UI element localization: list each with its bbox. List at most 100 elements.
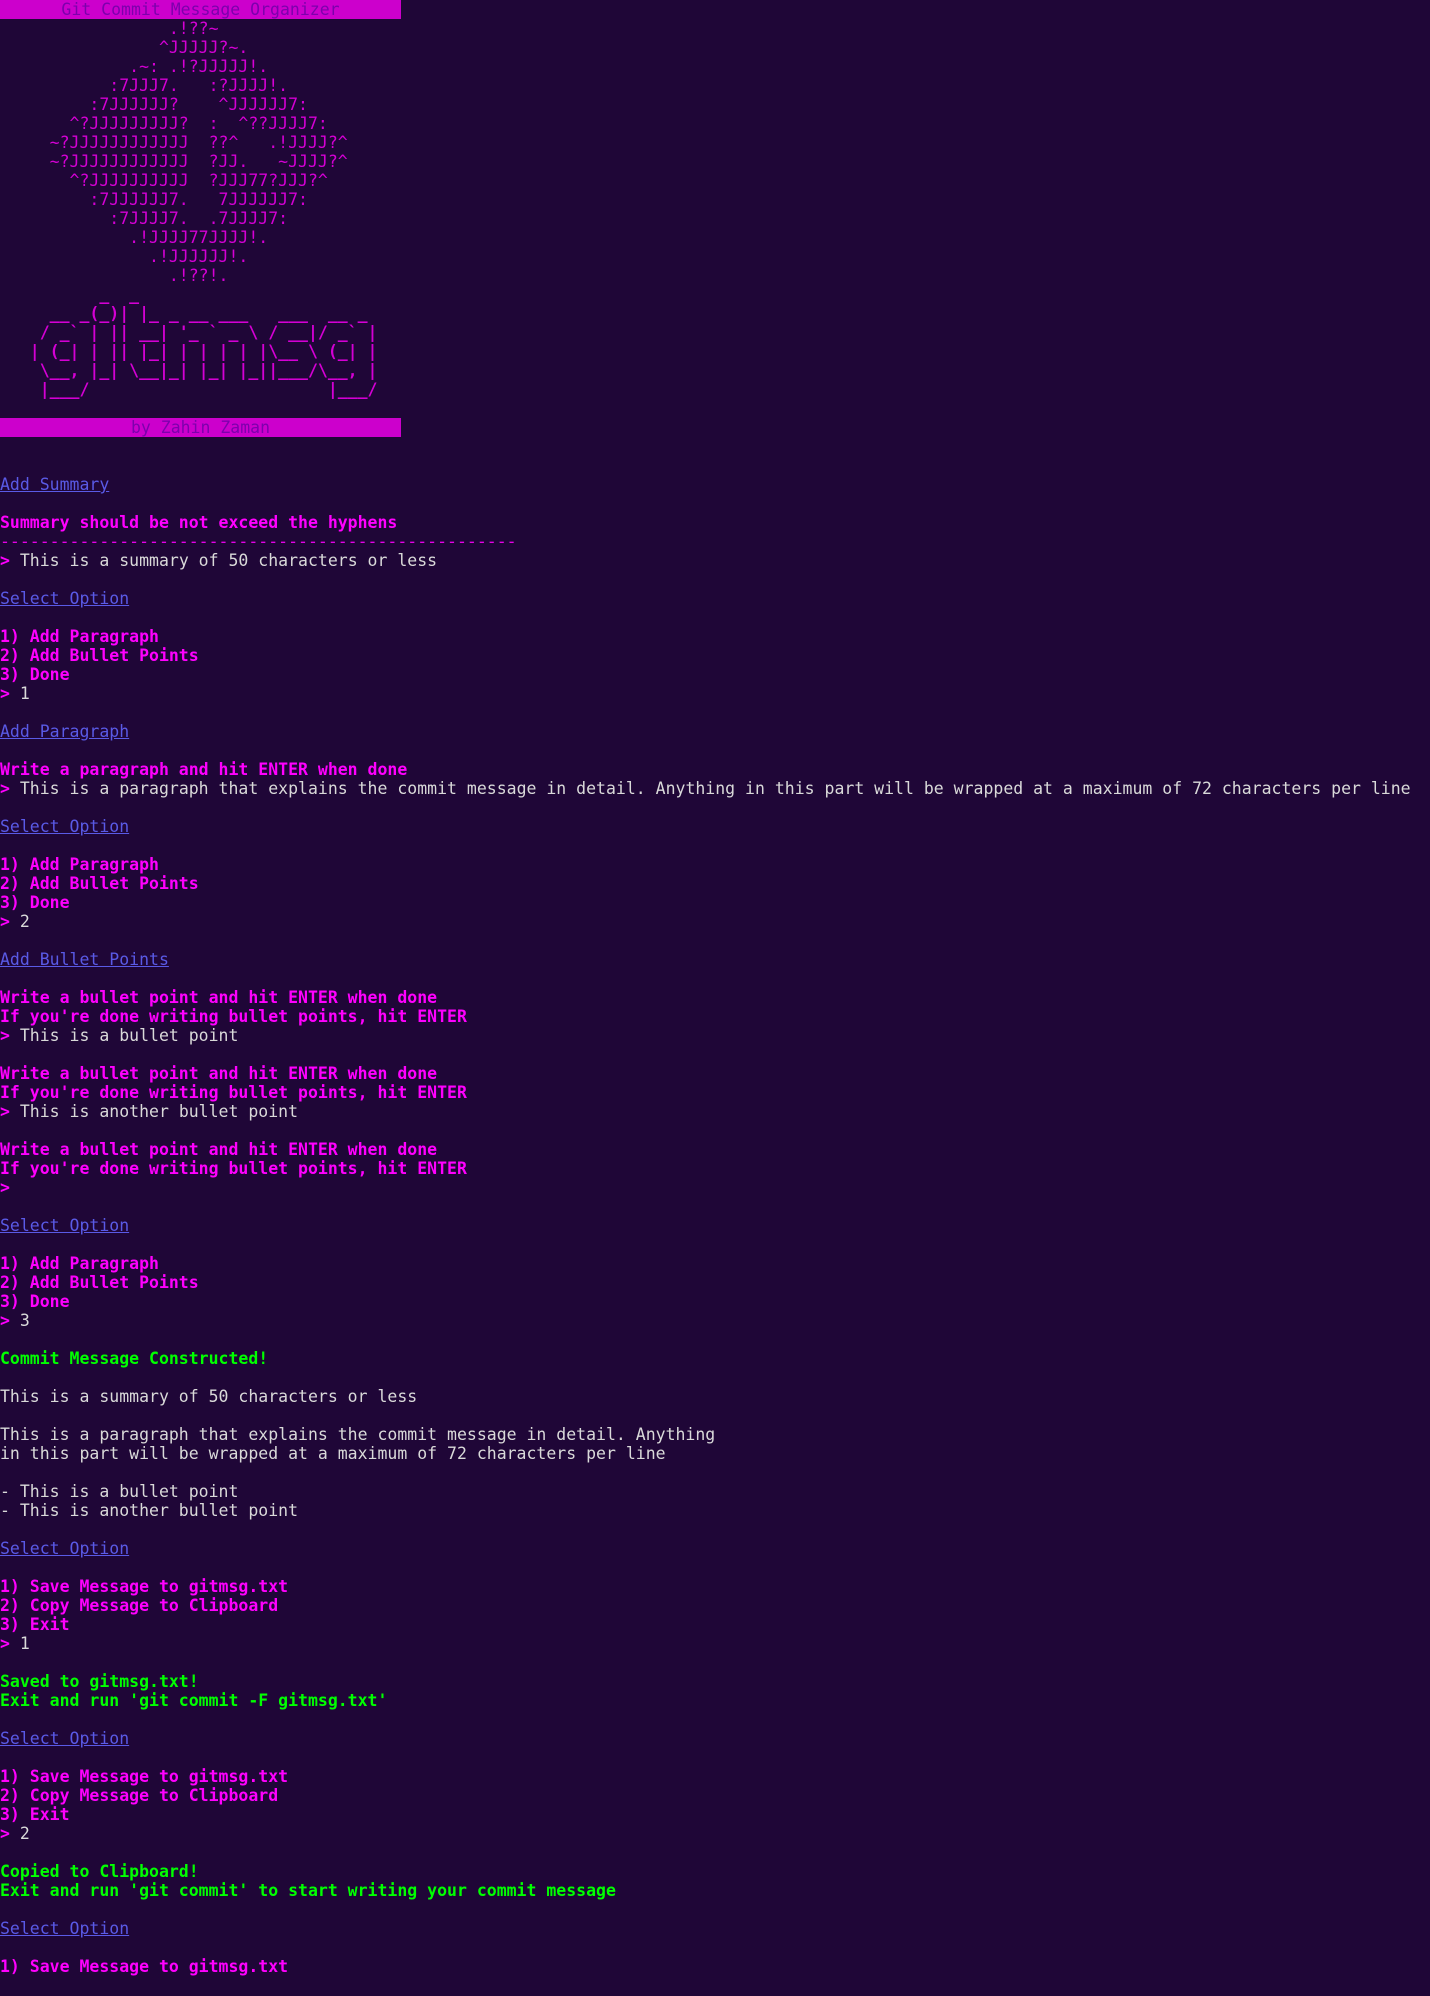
add-paragraph-heading[interactable]: Add Paragraph: [0, 722, 1430, 741]
choice-prompt-line: > 2: [0, 1824, 1430, 1843]
bullet-done-hint: If you're done writing bullet points, hi…: [0, 1159, 467, 1178]
menu-option-done[interactable]: 3) Done: [0, 665, 1430, 684]
paragraph-hint: Write a paragraph and hit ENTER when don…: [0, 760, 408, 779]
menu-option-add-paragraph[interactable]: 1) Add Paragraph: [0, 1254, 1430, 1273]
select-option-heading[interactable]: Select Option: [0, 589, 1430, 608]
ascii-art-line: ^?JJJJJJJJJ? : ^??JJJJ7:: [0, 114, 328, 133]
ascii-art-line: .~: .!?JJJJJ!.: [0, 57, 269, 76]
choice-prompt-line: > 1: [0, 1634, 1430, 1653]
result-bullet: - This is another bullet point: [0, 1501, 299, 1520]
bullet-prompt-line: > This is another bullet point: [0, 1102, 1430, 1121]
choice-input[interactable]: 2: [20, 912, 30, 931]
summary-hint: Summary should be not exceed the hyphens: [0, 513, 398, 532]
ascii-art-line: :7JJJ7. :?JJJJ!.: [0, 76, 289, 95]
prompt-symbol: >: [0, 551, 10, 570]
menu-option-exit[interactable]: 3) Exit: [0, 1805, 1430, 1824]
select-option-heading[interactable]: Select Option: [0, 1729, 1430, 1748]
ascii-art-line: :7JJJJ7. .7JJJJ7:: [0, 209, 289, 228]
result-summary: This is a summary of 50 characters or le…: [0, 1387, 418, 1406]
bullet-input[interactable]: This is another bullet point: [20, 1102, 298, 1121]
summary-input[interactable]: This is a summary of 50 characters or le…: [20, 551, 437, 570]
menu-option-save[interactable]: 1) Save Message to gitmsg.txt: [0, 1767, 1430, 1786]
summary-prompt-line: > This is a summary of 50 characters or …: [0, 551, 1430, 570]
result-paragraph-line: in this part will be wrapped at a maximu…: [0, 1444, 666, 1463]
ascii-art-line: ^?JJJJJJJJJJ ?JJJ77?JJJ?^: [0, 171, 328, 190]
choice-input[interactable]: 1: [20, 1634, 30, 1653]
paragraph-prompt-line: > This is a paragraph that explains the …: [0, 779, 1430, 798]
prompt-symbol: >: [0, 779, 10, 798]
choice-prompt-line: > 3: [0, 1311, 1430, 1330]
add-bullet-points-heading[interactable]: Add Bullet Points: [0, 950, 1430, 969]
select-option-heading[interactable]: Select Option: [0, 1539, 1430, 1558]
ascii-art-line: ~?JJJJJJJJJJJJ ?JJ. ~JJJJ?^: [0, 152, 348, 171]
prompt-symbol: >: [0, 1026, 10, 1045]
select-option-heading[interactable]: Select Option: [0, 817, 1430, 836]
menu-option-add-bullet-points[interactable]: 2) Add Bullet Points: [0, 646, 1430, 665]
choice-input[interactable]: 2: [20, 1824, 30, 1843]
wordmark-line: \__, |_| \__|_| |_| |_||___/\__, |: [0, 361, 378, 380]
menu-option-copy[interactable]: 2) Copy Message to Clipboard: [0, 1596, 1430, 1615]
ascii-gitmsg-wordmark: _ _ __ _(_)| |_ _ __ ___ ___ __ _ / _` |…: [0, 285, 1430, 399]
saved-status: Saved to gitmsg.txt!: [0, 1672, 199, 1691]
menu-option-exit[interactable]: 3) Exit: [0, 1615, 1430, 1634]
prompt-symbol: >: [0, 1824, 10, 1843]
menu-option-save[interactable]: 1) Save Message to gitmsg.txt: [0, 1957, 1430, 1976]
ascii-art-line: .!??~: [0, 19, 219, 38]
summary-length-guide: ----------------------------------------…: [0, 532, 517, 551]
menu-option-copy[interactable]: 2) Copy Message to Clipboard: [0, 1786, 1430, 1805]
wordmark-line: _ _: [0, 285, 140, 304]
prompt-symbol: >: [0, 1102, 10, 1121]
prompt-symbol: >: [0, 684, 10, 703]
terminal-window: Git Commit Message Organizer .!??~ ^JJJJ…: [0, 0, 1430, 1976]
menu-option-add-paragraph[interactable]: 1) Add Paragraph: [0, 627, 1430, 646]
menu-option-done[interactable]: 3) Done: [0, 1292, 1430, 1311]
bullet-hint: Write a bullet point and hit ENTER when …: [0, 988, 438, 1007]
menu-option-add-bullet-points[interactable]: 2) Add Bullet Points: [0, 874, 1430, 893]
select-option-heading[interactable]: Select Option: [0, 1919, 1430, 1938]
bullet-prompt-line: >: [0, 1178, 1430, 1197]
bullet-input[interactable]: This is a bullet point: [20, 1026, 239, 1045]
ascii-art-line: ~?JJJJJJJJJJJJ ??^ .!JJJJ?^: [0, 133, 348, 152]
paragraph-input[interactable]: This is a paragraph that explains the co…: [20, 779, 1411, 798]
ascii-art-line: .!JJJJJJ!.: [0, 247, 249, 266]
prompt-symbol: >: [0, 912, 10, 931]
prompt-symbol: >: [0, 1178, 10, 1197]
add-summary-heading[interactable]: Add Summary: [0, 475, 1430, 494]
choice-input[interactable]: 3: [20, 1311, 30, 1330]
menu-option-add-bullet-points[interactable]: 2) Add Bullet Points: [0, 1273, 1430, 1292]
ascii-art-line: :7JJJJJJ7. 7JJJJJJ7:: [0, 190, 308, 209]
copied-status: Copied to Clipboard!: [0, 1862, 199, 1881]
bullet-done-hint: If you're done writing bullet points, hi…: [0, 1007, 467, 1026]
title-banner: Git Commit Message Organizer: [0, 0, 401, 19]
choice-input[interactable]: 1: [20, 684, 30, 703]
menu-option-save[interactable]: 1) Save Message to gitmsg.txt: [0, 1577, 1430, 1596]
ascii-git-logo: .!??~ ^JJJJJ?~. .~: .!?JJJJJ!. :7JJJ7. :…: [0, 19, 1430, 285]
choice-prompt-line: > 1: [0, 684, 1430, 703]
select-option-heading[interactable]: Select Option: [0, 1216, 1430, 1235]
wordmark-line: | (_| | || |_| | | | | |\__ \ (_| |: [0, 342, 378, 361]
menu-option-done[interactable]: 3) Done: [0, 893, 1430, 912]
menu-option-add-paragraph[interactable]: 1) Add Paragraph: [0, 855, 1430, 874]
saved-hint: Exit and run 'git commit -F gitmsg.txt': [0, 1691, 388, 1710]
